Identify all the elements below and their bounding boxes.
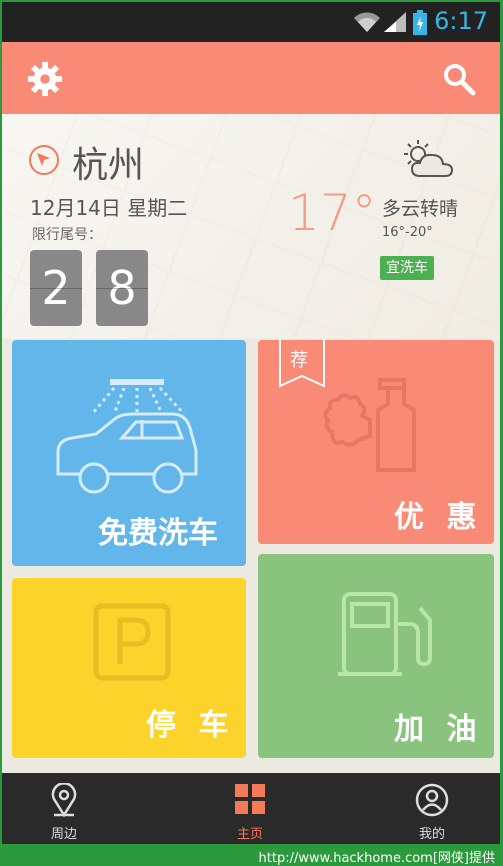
user-profile-icon (415, 783, 449, 817)
location-pin-icon (51, 783, 77, 817)
date-text: 12月14日 星期二 (30, 196, 188, 220)
nav-home-label: 主页 (236, 827, 263, 842)
status-bar: 6:17 (2, 2, 500, 42)
nav-nearby[interactable]: 周边 (14, 773, 114, 844)
temperature: 17° (288, 184, 377, 242)
deals-tile[interactable]: 荐 优 惠 (258, 340, 494, 544)
nav-nearby-label: 周边 (50, 827, 77, 842)
parking-icon (93, 603, 171, 681)
free-car-wash-label: 免费洗车 (98, 516, 218, 551)
deals-label: 优 惠 (394, 500, 483, 535)
top-toolbar (2, 42, 500, 114)
weather-panel: 杭州 12月14日 星期二 限行尾号： 2 8 17° 多云转晴 16°-20°… (2, 114, 500, 339)
engine-oil-icon (323, 378, 416, 472)
weather-condition: 多云转晴 (382, 198, 459, 220)
partly-cloudy-icon (404, 140, 454, 177)
temperature-range: 16°-20° (382, 225, 433, 240)
search-icon[interactable] (442, 62, 476, 96)
parking-tile[interactable]: 停 车 (12, 578, 246, 758)
parking-label: 停 车 (146, 708, 235, 743)
fuel-label: 加 油 (394, 712, 483, 747)
signal-icon (384, 12, 406, 32)
bottom-navigation: 周边 主页 我的 (2, 773, 500, 844)
status-time: 6:17 (434, 7, 488, 35)
phone-screen: 6:17 杭州 12月14日 星期二 限行尾号： 2 8 17° 多云转晴 16… (2, 2, 500, 844)
car-wash-icon (56, 379, 198, 494)
recommend-ribbon-label: 荐 (290, 350, 308, 371)
plate-limit-digit: 2 (30, 250, 82, 326)
fuel-tile[interactable]: 加 油 (258, 554, 494, 758)
free-car-wash-tile[interactable]: 免费洗车 (12, 340, 246, 566)
grid-icon (235, 784, 265, 814)
battery-icon (413, 10, 427, 35)
plate-limit-digit: 8 (96, 250, 148, 326)
gear-icon[interactable] (26, 60, 64, 98)
car-wash-badge: 宜洗车 (380, 256, 434, 280)
fuel-pump-icon (338, 592, 432, 676)
wifi-icon (354, 12, 380, 32)
nav-home[interactable]: 主页 (200, 773, 300, 844)
plate-limit-label: 限行尾号： (32, 227, 102, 243)
watermark-text: http://www.hackhome.com[网侠]提供 (258, 851, 495, 866)
location-compass-icon[interactable] (28, 144, 60, 176)
nav-mine-label: 我的 (418, 827, 445, 842)
city-name[interactable]: 杭州 (72, 136, 144, 188)
watermark-strip: http://www.hackhome.com[网侠]提供 (0, 844, 503, 866)
nav-mine[interactable]: 我的 (382, 773, 482, 844)
